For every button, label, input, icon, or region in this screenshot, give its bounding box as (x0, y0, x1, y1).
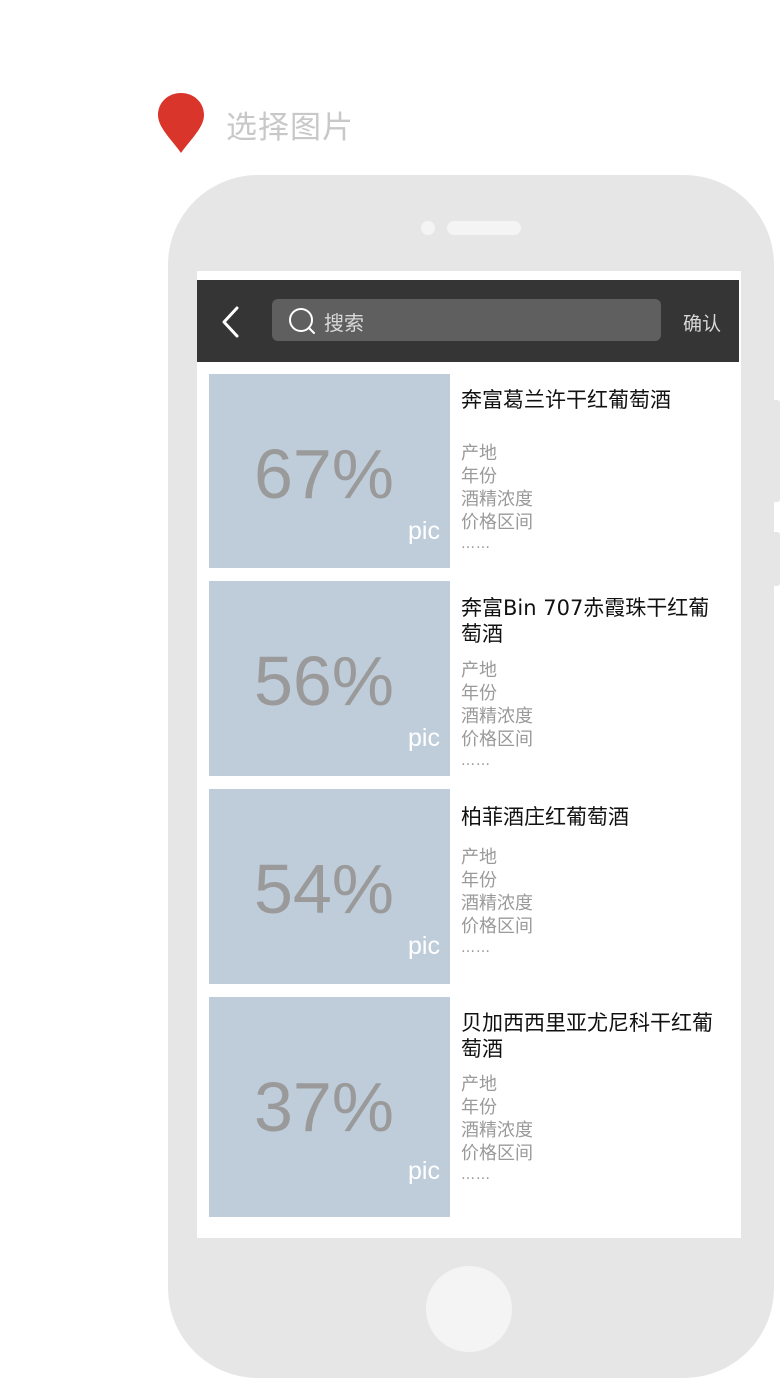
attr-more: …… (461, 1167, 491, 1183)
wine-image-placeholder: 54% pic (209, 789, 450, 984)
top-navbar: 搜索 确认 (197, 280, 739, 362)
chevron-left-icon[interactable] (217, 304, 247, 340)
match-percent: 56% (253, 642, 395, 720)
item-attributes: 产地 年份 酒精浓度 价格区间 …… (461, 659, 533, 771)
pic-label: pic (408, 517, 440, 545)
wine-image-placeholder: 56% pic (209, 581, 450, 776)
pic-label: pic (408, 932, 440, 960)
attr-alcohol: 酒精浓度 (461, 893, 533, 914)
item-info: 奔富Bin 707赤霞珠干红葡萄酒 产地 年份 酒精浓度 价格区间 …… (461, 581, 729, 769)
wine-image-placeholder: 37% pic (209, 997, 450, 1217)
attr-more: …… (461, 753, 491, 769)
attr-year: 年份 (461, 466, 497, 487)
list-item[interactable]: 67% pic 奔富葛兰许干红葡萄酒 产地 年份 酒精浓度 价格区间 …… (209, 374, 729, 568)
item-info: 奔富葛兰许干红葡萄酒 产地 年份 酒精浓度 价格区间 …… (461, 374, 729, 552)
list-item[interactable]: 56% pic 奔富Bin 707赤霞珠干红葡萄酒 产地 年份 酒精浓度 价格区… (209, 581, 729, 776)
item-attributes: 产地 年份 酒精浓度 价格区间 …… (461, 846, 533, 958)
attr-origin: 产地 (461, 847, 497, 868)
page-title: 选择图片 (226, 110, 354, 146)
wine-image-placeholder: 67% pic (209, 374, 450, 568)
attr-more: …… (461, 536, 491, 552)
pic-label: pic (408, 724, 440, 752)
attr-alcohol: 酒精浓度 (461, 1120, 533, 1141)
attr-year: 年份 (461, 1097, 497, 1118)
match-percent: 37% (253, 1068, 395, 1146)
list-item[interactable]: 54% pic 柏菲酒庄红葡萄酒 产地 年份 酒精浓度 价格区间 …… (209, 789, 729, 984)
attr-price-range: 价格区间 (461, 1143, 533, 1164)
phone-speaker (447, 221, 521, 235)
confirm-button[interactable]: 确认 (683, 309, 721, 336)
item-title: 柏菲酒庄红葡萄酒 (461, 805, 629, 829)
attr-year: 年份 (461, 870, 497, 891)
attr-price-range: 价格区间 (461, 916, 533, 937)
attr-year: 年份 (461, 683, 497, 704)
match-percent: 54% (253, 850, 395, 928)
attr-alcohol: 酒精浓度 (461, 706, 533, 727)
list-item[interactable]: 37% pic 贝加西西里亚尤尼科干红葡萄酒 产地 年份 酒精浓度 价格区间 …… (209, 997, 729, 1217)
phone-home-button[interactable] (426, 1266, 512, 1352)
location-pin-icon (158, 93, 204, 153)
search-icon (289, 308, 315, 334)
attr-origin: 产地 (461, 660, 497, 681)
item-title: 奔富Bin 707赤霞珠干红葡萄酒 (461, 596, 710, 646)
item-attributes: 产地 年份 酒精浓度 价格区间 …… (461, 1073, 533, 1185)
search-input[interactable]: 搜索 (272, 299, 661, 341)
pic-label: pic (408, 1157, 440, 1185)
item-title: 贝加西西里亚尤尼科干红葡萄酒 (461, 1011, 713, 1061)
attr-origin: 产地 (461, 443, 497, 464)
page: 选择图片 搜索 确认 67% pic 奔富葛兰许干红葡萄酒 产地 年份 酒精浓度… (0, 0, 780, 1378)
attr-alcohol: 酒精浓度 (461, 489, 533, 510)
attr-price-range: 价格区间 (461, 729, 533, 750)
attr-more: …… (461, 940, 491, 956)
match-percent: 67% (253, 435, 395, 513)
phone-camera (421, 221, 435, 235)
attr-price-range: 价格区间 (461, 512, 533, 533)
phone-screen: 搜索 确认 67% pic 奔富葛兰许干红葡萄酒 产地 年份 酒精浓度 价格区间… (197, 271, 741, 1238)
item-info: 柏菲酒庄红葡萄酒 产地 年份 酒精浓度 价格区间 …… (461, 789, 729, 956)
item-title: 奔富葛兰许干红葡萄酒 (461, 388, 671, 412)
attr-origin: 产地 (461, 1074, 497, 1095)
item-attributes: 产地 年份 酒精浓度 价格区间 …… (461, 442, 533, 554)
item-info: 贝加西西里亚尤尼科干红葡萄酒 产地 年份 酒精浓度 价格区间 …… (461, 997, 729, 1183)
search-placeholder: 搜索 (324, 311, 364, 335)
